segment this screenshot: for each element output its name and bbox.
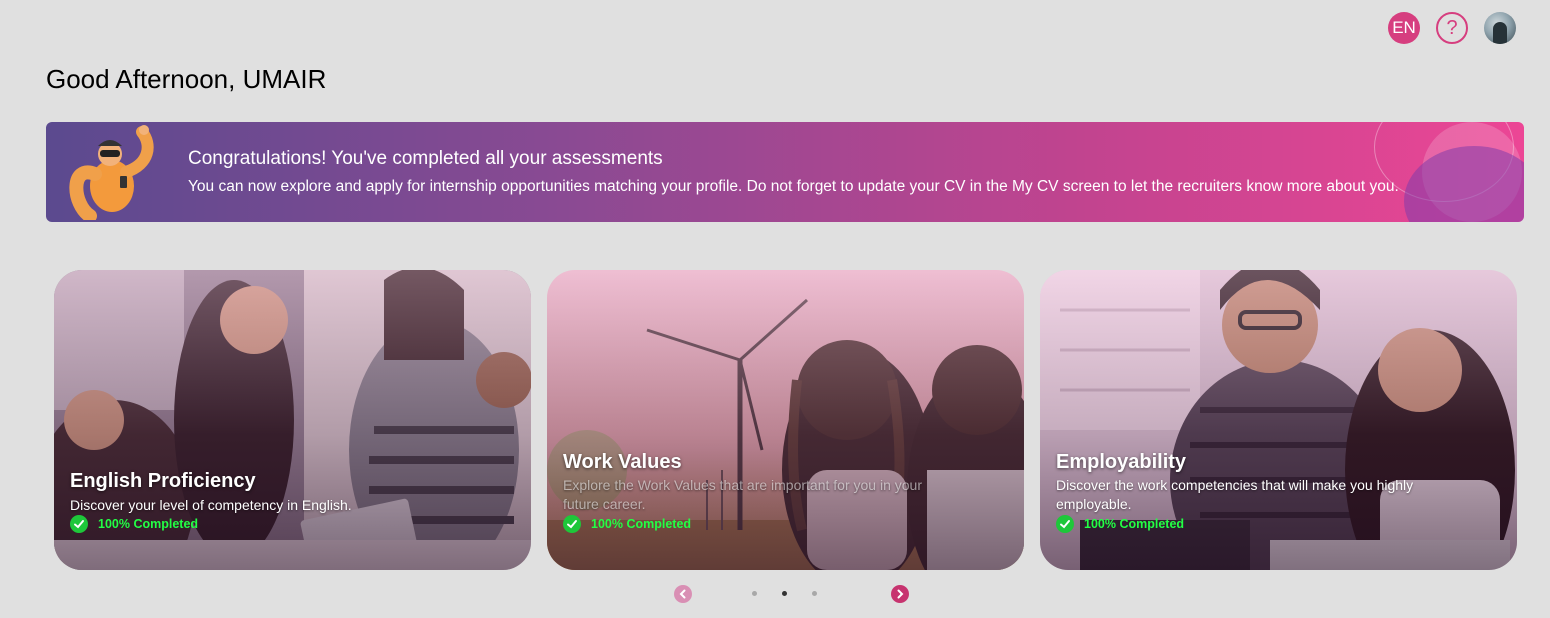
header-actions: EN ? <box>1388 12 1516 44</box>
status-text: 100% Completed <box>98 517 199 531</box>
carousel-next-button[interactable] <box>891 585 909 603</box>
greeting-title: Good Afternoon, UMAIR <box>46 64 327 94</box>
carousel-pagination <box>752 591 817 596</box>
card-title: English Proficiency <box>70 470 256 492</box>
card-status: 100% Completed <box>70 515 198 533</box>
status-text: 100% Completed <box>591 517 692 531</box>
card-status: 100% Completed <box>563 515 691 533</box>
carousel-dot-1[interactable] <box>752 591 757 596</box>
chevron-left-icon <box>679 589 686 599</box>
card-description: Discover your level of competency in Eng… <box>70 497 352 513</box>
help-button[interactable]: ? <box>1436 12 1468 44</box>
assessment-card-work-values[interactable]: Work Values Explore the Work Values that… <box>547 270 1024 570</box>
status-text: 100% Completed <box>1084 517 1185 531</box>
carousel-dot-3[interactable] <box>812 591 817 596</box>
check-icon <box>1056 515 1074 533</box>
assessment-card-employability[interactable]: Employability Discover the work competen… <box>1040 270 1517 570</box>
check-icon <box>70 515 88 533</box>
banner-title: Congratulations! You've completed all yo… <box>188 148 663 169</box>
mascot-illustration <box>69 125 154 220</box>
assessment-card-english[interactable]: English Proficiency Discover your level … <box>54 270 531 570</box>
card-description: Discover the work competencies that will… <box>1056 477 1414 512</box>
language-button[interactable]: EN <box>1388 12 1420 44</box>
banner-text: You can now explore and apply for intern… <box>188 178 1399 195</box>
card-title: Work Values <box>563 451 682 473</box>
congratulations-banner: Congratulations! You've completed all yo… <box>46 122 1524 222</box>
carousel-dot-2[interactable] <box>782 591 787 596</box>
card-status: 100% Completed <box>1056 515 1184 533</box>
card-description: Explore the Work Values that are importa… <box>563 477 922 512</box>
carousel-prev-button[interactable] <box>674 585 692 603</box>
check-icon <box>563 515 581 533</box>
card-title: Employability <box>1056 451 1187 473</box>
chevron-right-icon <box>897 589 904 599</box>
avatar[interactable] <box>1484 12 1516 44</box>
